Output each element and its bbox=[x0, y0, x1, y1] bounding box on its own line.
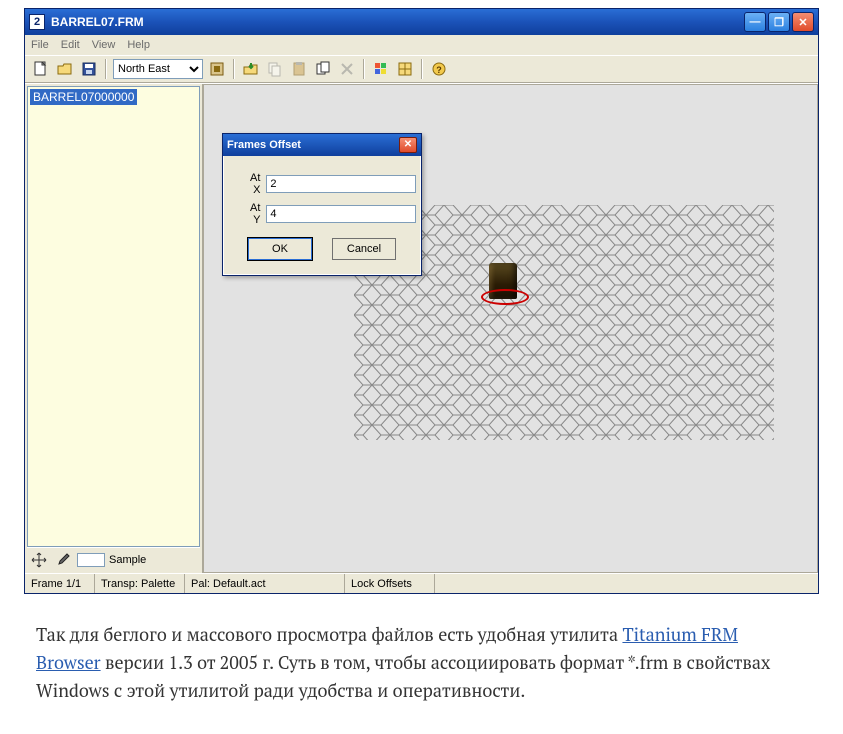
titlebar: 2 BARREL07.FRM — ❐ ✕ bbox=[25, 9, 818, 35]
close-button[interactable]: ✕ bbox=[792, 12, 814, 32]
delete-icon[interactable] bbox=[337, 59, 357, 79]
maximize-button[interactable]: ❐ bbox=[768, 12, 790, 32]
toolbar-separator bbox=[363, 59, 365, 79]
cancel-button[interactable]: Cancel bbox=[332, 238, 396, 260]
menubar: File Edit View Help bbox=[25, 35, 818, 55]
save-file-icon[interactable] bbox=[79, 59, 99, 79]
article-prefix: Так для беглого и массового просмотра фа… bbox=[36, 623, 622, 647]
at-y-label: At Y bbox=[250, 202, 260, 226]
barrel-sprite[interactable] bbox=[489, 263, 517, 299]
at-y-input[interactable] bbox=[266, 205, 416, 223]
app-window: 2 BARREL07.FRM — ❐ ✕ File Edit View Help… bbox=[24, 8, 819, 594]
article-text: Так для беглого и массового просмотра фа… bbox=[36, 622, 796, 706]
frame-list[interactable]: BARREL07000000 bbox=[27, 86, 200, 547]
menu-edit[interactable]: Edit bbox=[61, 39, 80, 51]
duplicate-icon[interactable] bbox=[313, 59, 333, 79]
dialog-title: Frames Offset bbox=[227, 139, 399, 151]
color-swatch[interactable] bbox=[77, 553, 105, 567]
new-file-icon[interactable] bbox=[31, 59, 51, 79]
ok-button[interactable]: OK bbox=[248, 238, 312, 260]
direction-select[interactable]: North East bbox=[113, 59, 203, 79]
statusbar: Frame 1/1 Transp: Palette Pal: Default.a… bbox=[25, 573, 818, 593]
open-file-icon[interactable] bbox=[55, 59, 75, 79]
dialog-titlebar[interactable]: Frames Offset ✕ bbox=[223, 134, 421, 156]
status-frame: Frame 1/1 bbox=[25, 574, 95, 593]
status-palette: Pal: Default.act bbox=[185, 574, 345, 593]
menu-file[interactable]: File bbox=[31, 39, 49, 51]
grid-icon[interactable] bbox=[395, 59, 415, 79]
paste-icon[interactable] bbox=[289, 59, 309, 79]
frame-list-item[interactable]: BARREL07000000 bbox=[30, 89, 137, 105]
app-icon: 2 bbox=[29, 14, 45, 30]
toolbar-separator bbox=[421, 59, 423, 79]
status-transp: Transp: Palette bbox=[95, 574, 185, 593]
window-title: BARREL07.FRM bbox=[51, 15, 744, 29]
toolbar-separator bbox=[233, 59, 235, 79]
copy-icon[interactable] bbox=[265, 59, 285, 79]
toolbar: North East ? bbox=[25, 55, 818, 83]
svg-text:?: ? bbox=[436, 65, 442, 75]
move-icon[interactable] bbox=[29, 550, 49, 570]
help-icon[interactable]: ? bbox=[429, 59, 449, 79]
menu-view[interactable]: View bbox=[92, 39, 116, 51]
at-x-input[interactable] bbox=[266, 175, 416, 193]
article-suffix: версии 1.3 от 2005 г. Суть в том, чтобы … bbox=[36, 651, 770, 703]
palette-icon[interactable] bbox=[371, 59, 391, 79]
at-x-label: At X bbox=[250, 172, 260, 196]
menu-help[interactable]: Help bbox=[127, 39, 150, 51]
toolbar-separator bbox=[105, 59, 107, 79]
dialog-close-button[interactable]: ✕ bbox=[399, 137, 417, 153]
sample-label: Sample bbox=[109, 554, 146, 566]
left-panel: BARREL07000000 Sample bbox=[25, 84, 203, 573]
status-spacer bbox=[435, 574, 818, 593]
status-lock: Lock Offsets bbox=[345, 574, 435, 593]
bottom-tools: Sample bbox=[27, 547, 200, 571]
apply-direction-icon[interactable] bbox=[207, 59, 227, 79]
canvas-area[interactable]: Frames Offset ✕ At X At Y OK Cancel bbox=[203, 84, 818, 573]
minimize-button[interactable]: — bbox=[744, 12, 766, 32]
eyedropper-icon[interactable] bbox=[53, 550, 73, 570]
frames-offset-dialog: Frames Offset ✕ At X At Y OK Cancel bbox=[222, 133, 422, 276]
import-icon[interactable] bbox=[241, 59, 261, 79]
body-area: BARREL07000000 Sample bbox=[25, 83, 818, 573]
